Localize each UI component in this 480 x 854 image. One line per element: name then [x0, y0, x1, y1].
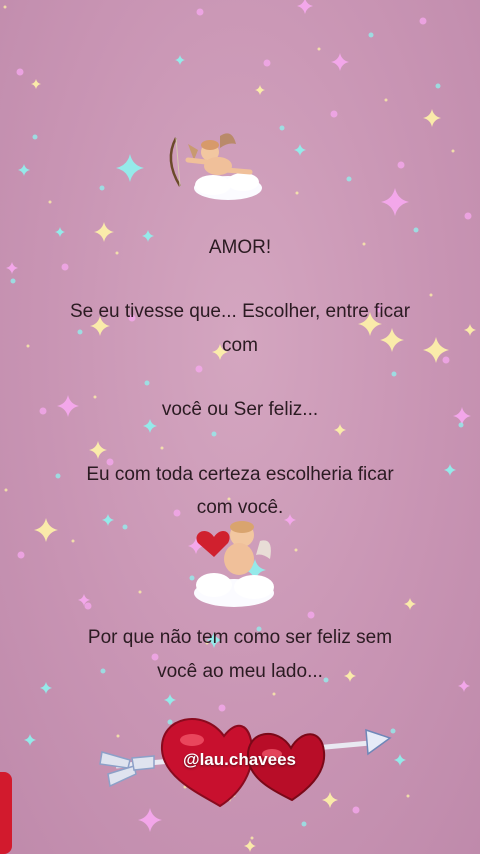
sparkle-icon [331, 53, 349, 71]
cupid-with-heart-icon [194, 521, 274, 607]
sparkle-icon [6, 262, 18, 274]
sparkle-dot [429, 293, 433, 297]
sparkle-dot [3, 5, 7, 9]
username-handle[interactable]: @lau.chavees [183, 750, 296, 770]
sparkle-dot [84, 602, 92, 610]
sparkle-dot [17, 551, 25, 559]
post-line-7: você ao meu lado... [157, 661, 323, 682]
sparkle-icon [297, 0, 313, 14]
sparkle-dot [413, 227, 419, 233]
sparkle-dot [419, 17, 427, 25]
sparkle-icon [89, 441, 107, 459]
sparkle-dot [71, 539, 75, 543]
sparkle-icon [116, 154, 144, 182]
sparkle-dot [391, 371, 397, 377]
post-line-1: Se eu tivesse que... Escolher, entre fic… [69, 301, 411, 322]
sparkle-dot [122, 524, 128, 530]
sparkle-dot [295, 191, 299, 195]
sparkle-dot [435, 83, 441, 89]
sparkle-dot [384, 98, 388, 102]
story-canvas: AMOR! Se eu tivesse que... Escolher, ent… [0, 0, 480, 854]
sparkle-icon [334, 424, 346, 436]
sparkle-icon [34, 518, 58, 542]
red-edge-decoration [0, 772, 12, 854]
sparkle-dot [144, 380, 150, 386]
sparkle-dot [451, 149, 455, 153]
sparkle-dot [263, 59, 271, 67]
sparkle-icon [255, 85, 265, 95]
post-title: AMOR! [208, 237, 272, 258]
sparkle-dot [195, 365, 203, 373]
sparkle-dot [301, 821, 307, 827]
sparkle-icon [423, 109, 441, 127]
post-line-2: com [222, 335, 258, 356]
sparkle-dot [294, 548, 298, 552]
sparkle-dot [330, 110, 338, 118]
sparkle-icon [164, 694, 176, 706]
sparkle-dot [4, 488, 8, 492]
sparkle-icon [18, 164, 30, 176]
sparkle-dot [10, 278, 16, 284]
sparkle-icon [404, 598, 416, 610]
sparkle-dot [32, 134, 38, 140]
sparkle-icon [294, 144, 306, 156]
sparkle-dot [160, 446, 164, 450]
sparkle-dot [307, 611, 315, 619]
sparkle-dot [250, 836, 254, 840]
sparkle-dot [211, 431, 217, 437]
post-line-3: você ou Ser feliz... [161, 399, 319, 420]
sparkle-dot [464, 212, 472, 220]
sparkle-dot [397, 161, 405, 169]
sparkle-dot [138, 590, 142, 594]
sparkle-icon [31, 79, 41, 89]
sparkle-dot [458, 422, 464, 428]
sparkle-icon [24, 734, 36, 746]
sparkle-dot [272, 692, 276, 696]
sparkle-dot [61, 263, 69, 271]
sparkle-dot [279, 125, 285, 131]
sparkle-dot [99, 185, 105, 191]
sparkle-dot [368, 32, 374, 38]
sparkle-dot [196, 8, 204, 16]
sparkle-dot [346, 176, 352, 182]
sparkle-dot [406, 794, 410, 798]
sparkle-icon [244, 840, 256, 852]
cupid-with-bow-icon [169, 133, 262, 200]
sparkle-dot [16, 68, 24, 76]
post-line-6: Por que não tem como ser feliz sem [87, 627, 393, 648]
sparkle-icon [175, 55, 185, 65]
sparkle-dot [48, 200, 52, 204]
sparkle-icon [381, 188, 409, 216]
sparkle-dot [317, 47, 321, 51]
post-line-4: Eu com toda certeza escolheria ficar [86, 464, 394, 485]
